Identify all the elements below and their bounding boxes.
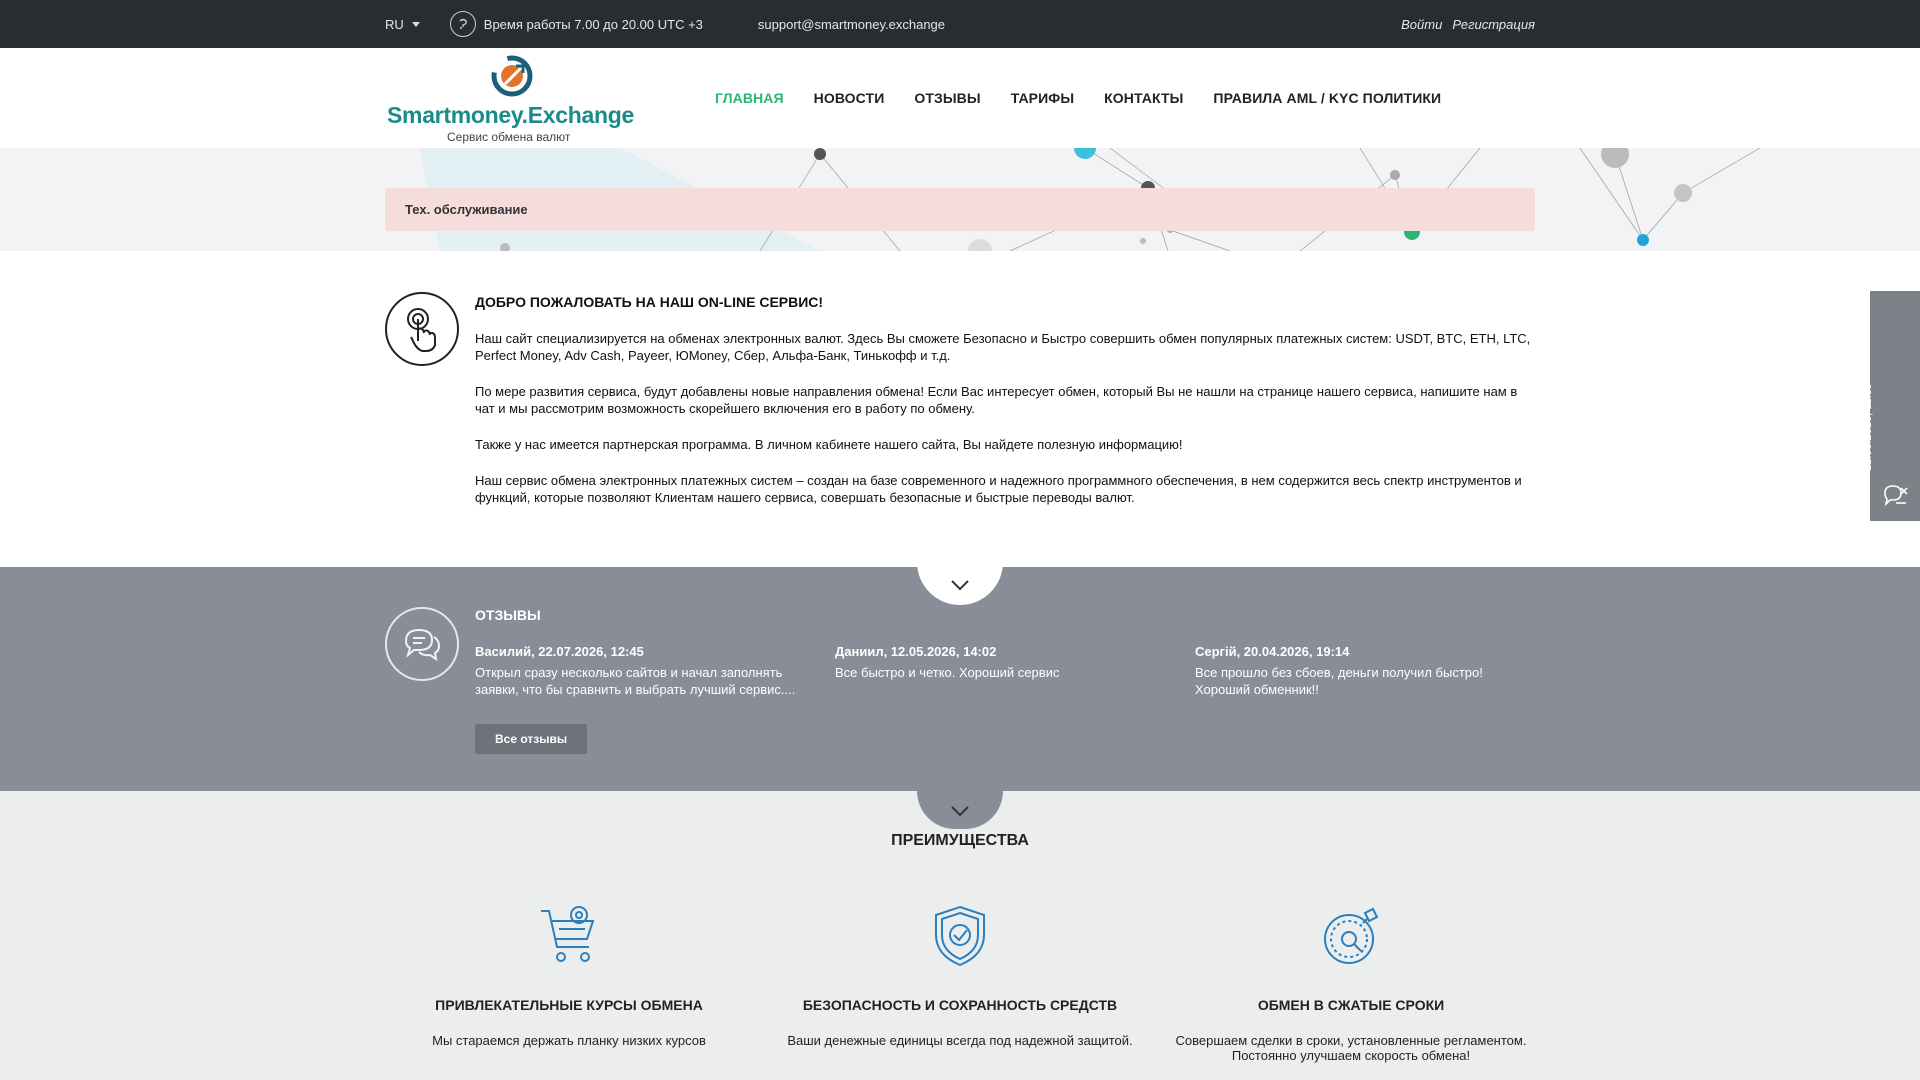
review-item: Сергій, 20.04.2026, 19:14 Все прошло без…	[1195, 643, 1535, 698]
advantage-desc: Ваши денежные единицы всегда под надежно…	[787, 1033, 1133, 1048]
advantage-name: ОБМЕН В СЖАТЫЕ СРОКИ	[1257, 997, 1445, 1013]
site-header: Smartmoney.Exchange Сервис обмена валют …	[0, 48, 1920, 148]
operator-status-tab[interactable]: ОПЕРАТОР OFFLINE 12.08.2026, 11:59	[1846, 291, 1920, 521]
nav-item-home[interactable]: ГЛАВНАЯ	[715, 90, 784, 106]
advantage-desc: Мы стараемся держать планку низких курсо…	[432, 1033, 706, 1048]
welcome-title: ДОБРО ПОЖАЛОВАТЬ НА НАШ ON-LINE СЕРВИС!	[475, 294, 824, 310]
logo-mark-icon	[491, 55, 533, 97]
maintenance-alert: Тех. обслуживание	[385, 188, 1535, 231]
review-author: Даниил, 12.05.2026, 14:02	[835, 644, 997, 659]
operator-status: ОПЕРАТОР OFFLINE	[1846, 330, 1862, 471]
reviews-section: ОТЗЫВЫ Василий, 22.07.2026, 12:45 Открыл…	[0, 547, 1920, 829]
clock-icon	[449, 11, 476, 37]
hero-band: Тех. обслуживание	[0, 148, 1920, 251]
chevron-down-icon	[951, 806, 969, 817]
nav-item-tariffs[interactable]: ТАРИФЫ	[1011, 90, 1074, 106]
working-hours: Время работы 7.00 до 20.00 UTC +3	[449, 11, 703, 37]
review-text: Открыл сразу несколько сайтов и начал за…	[475, 665, 796, 697]
support-email[interactable]: support@smartmoney.exchange	[758, 17, 945, 32]
advantage-item: ПРИВЛЕКАТЕЛЬНЫЕ КУРСЫ ОБМЕНА Мы стараемс…	[374, 905, 765, 1063]
review-item: Даниил, 12.05.2026, 14:02 Все быстро и ч…	[835, 643, 1175, 698]
operator-time: 12.08.2026, 11:59	[1862, 383, 1874, 471]
welcome-paragraph: Наш сервис обмена электронных платежных …	[475, 473, 1522, 505]
nav-item-aml-kyc[interactable]: ПРАВИЛА AML / KYC ПОЛИТИКИ	[1213, 90, 1441, 106]
logo-title: Smartmoney.Exchange	[387, 102, 634, 128]
welcome-paragraph: Наш сайт специализируется на обменах эле…	[475, 331, 1531, 363]
reviews-title: ОТЗЫВЫ	[475, 607, 541, 623]
advantages-section: ПРЕИМУЩЕСТВА ПРИВЛЕКАТЕЛЬНЫЕ КУРСЫ ОБМЕН…	[0, 791, 1920, 1080]
advantage-item: ОБМЕН В СЖАТЫЕ СРОКИ Совершаем сделки в …	[1156, 905, 1547, 1063]
advantages-list: ПРИВЛЕКАТЕЛЬНЫЕ КУРСЫ ОБМЕНА Мы стараемс…	[0, 905, 1920, 1063]
site-logo[interactable]: Smartmoney.Exchange Сервис обмена валют	[385, 50, 645, 146]
language-label: RU	[385, 16, 404, 32]
review-item: Василий, 22.07.2026, 12:45 Открыл сразу …	[475, 643, 815, 698]
review-text: Все быстро и четко. Хороший сервис	[835, 665, 1060, 680]
working-hours-text: Время работы 7.00 до 20.00 UTC +3	[483, 16, 703, 32]
auth-links: Войти Регистрация	[1401, 17, 1535, 32]
stopwatch-icon	[1324, 907, 1379, 964]
nav-item-contacts[interactable]: КОНТАКТЫ	[1104, 90, 1183, 106]
advantage-desc: Совершаем сделки в сроки, установленные …	[1175, 1033, 1527, 1063]
all-reviews-button[interactable]: Все отзывы	[475, 724, 588, 754]
review-text: Все прошло без сбоев, деньги получил быс…	[1195, 665, 1483, 697]
language-selector[interactable]: RU	[385, 17, 420, 32]
nav-item-news[interactable]: НОВОСТИ	[814, 90, 885, 106]
chat-bubbles-icon	[385, 607, 459, 681]
welcome-paragraph: Также у нас имеется партнерская программ…	[475, 437, 1183, 452]
review-author: Василий, 22.07.2026, 12:45	[475, 644, 644, 659]
advantage-name: БЕЗОПАСНОСТЬ И СОХРАННОСТЬ СРЕДСТВ	[802, 997, 1118, 1013]
main-nav: ГЛАВНАЯ НОВОСТИ ОТЗЫВЫ ТАРИФЫ КОНТАКТЫ П…	[715, 90, 1441, 106]
logo-subtitle: Сервис обмена валют	[447, 130, 571, 144]
register-link[interactable]: Регистрация	[1452, 17, 1535, 32]
login-link[interactable]: Войти	[1401, 17, 1442, 32]
chevron-down-icon	[411, 21, 420, 27]
advantage-item: БЕЗОПАСНОСТЬ И СОХРАННОСТЬ СРЕДСТВ Ваши …	[765, 905, 1156, 1063]
chat-offline-icon	[1884, 485, 1908, 507]
cart-icon	[541, 906, 595, 962]
review-author: Сергій, 20.04.2026, 19:14	[1195, 644, 1350, 659]
welcome-section: ДОБРО ПОЖАЛОВАТЬ НА НАШ ON-LINE СЕРВИС! …	[0, 251, 1920, 567]
touch-icon	[385, 292, 459, 366]
advantage-name: ПРИВЛЕКАТЕЛЬНЫЕ КУРСЫ ОБМЕНА	[435, 997, 703, 1013]
welcome-paragraph: По мере развития сервиса, будут добавлен…	[475, 384, 1518, 416]
reviews-list: Василий, 22.07.2026, 12:45 Открыл сразу …	[475, 643, 1535, 698]
shield-icon	[935, 905, 985, 967]
top-bar: RU Время работы 7.00 до 20.00 UTC +3 sup…	[0, 0, 1920, 48]
nav-item-reviews[interactable]: ОТЗЫВЫ	[914, 90, 980, 106]
